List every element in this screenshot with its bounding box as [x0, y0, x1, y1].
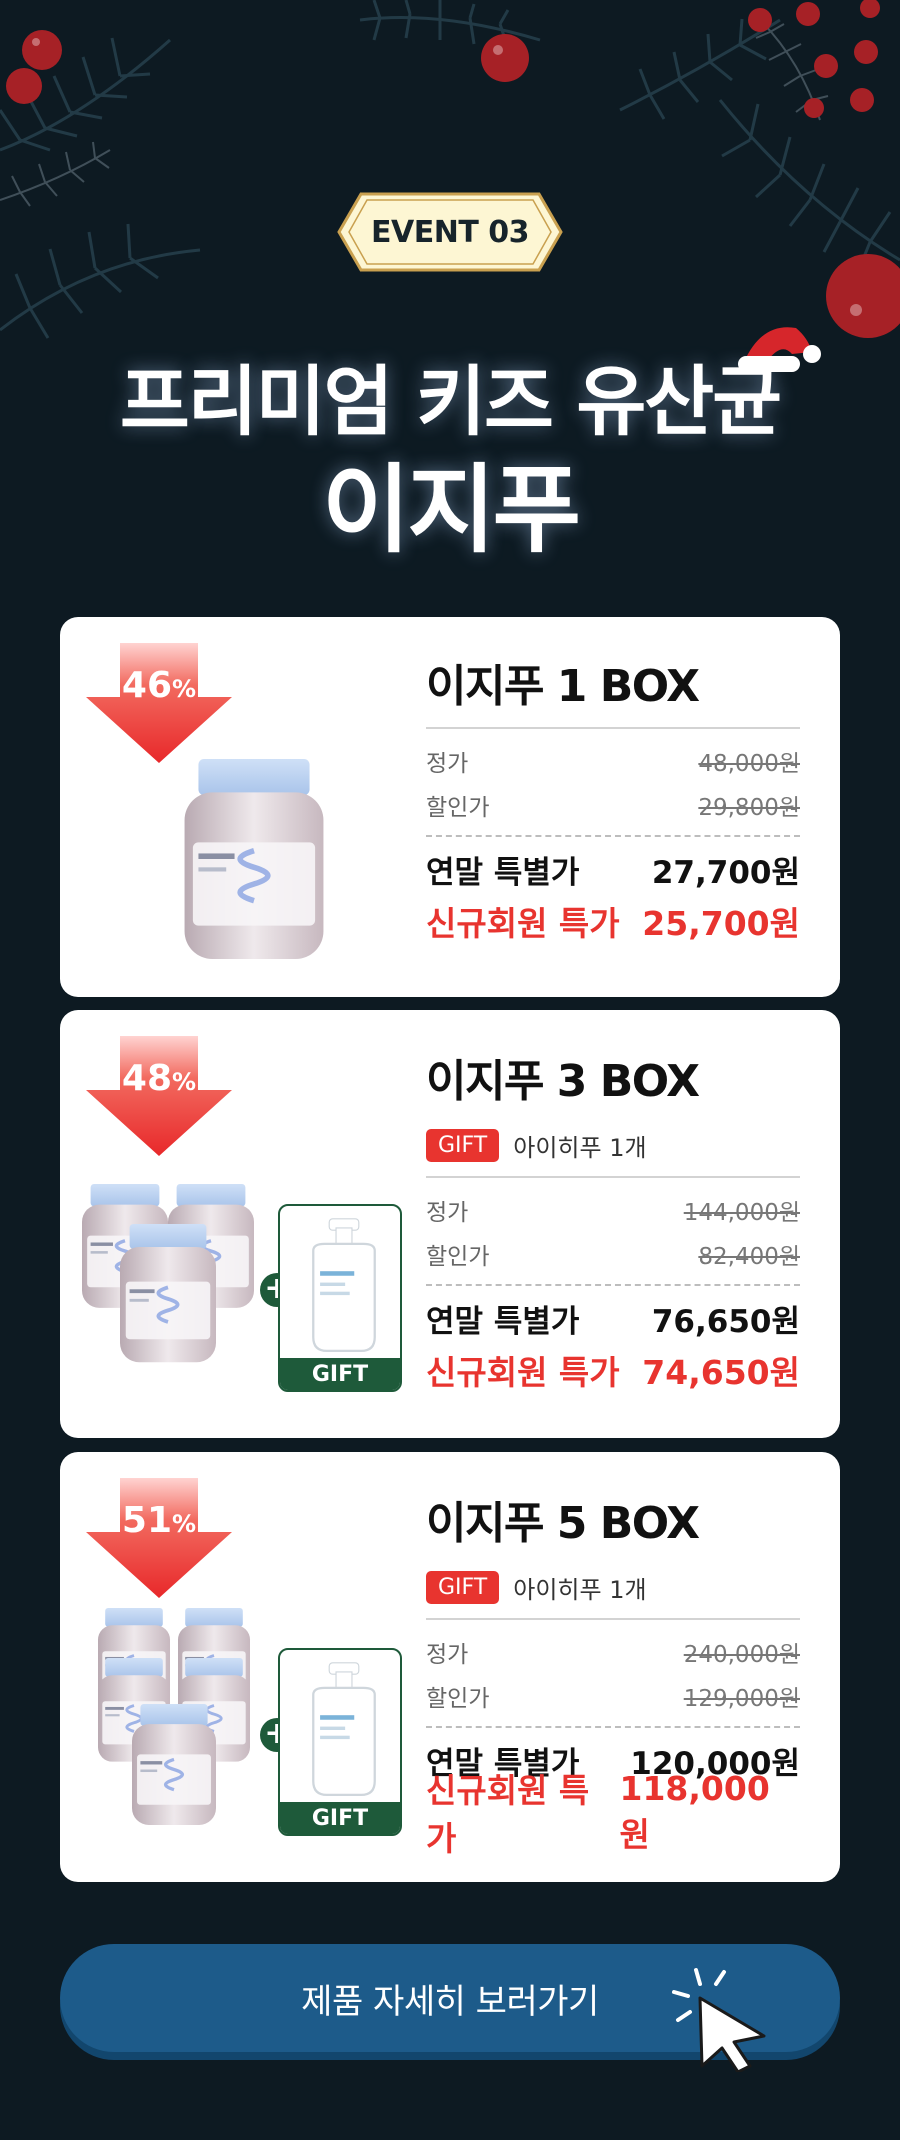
sale-price-row: 할인가 129,000원	[426, 1686, 800, 1712]
product-title: 이지푸 5 BOX	[426, 1498, 700, 1549]
member-price-row: 신규회원 특가 118,000원	[426, 1768, 770, 1859]
supplement-bottle-icon	[184, 759, 324, 959]
foam-pump-bottle-icon	[312, 1661, 376, 1797]
divider-dashed	[426, 1726, 800, 1728]
discount-percent: 46%	[121, 665, 197, 706]
headline-brand: 이지푸	[322, 454, 581, 566]
gift-box-label: GIFT	[280, 1802, 400, 1834]
sale-price-row: 할인가 82,400원	[426, 1244, 800, 1270]
foam-pump-bottle-icon	[312, 1217, 376, 1353]
divider-dashed	[426, 1284, 800, 1286]
gift-product-box: GIFT	[278, 1648, 402, 1836]
supplement-bottles-icon	[80, 1182, 256, 1365]
divider-dashed	[426, 835, 800, 837]
gift-row: GIFT 아이히푸 1개	[426, 1126, 800, 1164]
cursor-click-icon	[672, 1968, 766, 2072]
special-price-row: 연말 특별가 27,700원	[426, 854, 800, 891]
product-title: 이지푸 1 BOX	[426, 661, 700, 712]
divider	[426, 1618, 800, 1620]
discount-percent: 48%	[121, 1058, 197, 1099]
list-price-row: 정가 240,000원	[426, 1642, 800, 1668]
gift-description: 아이히푸 1개	[513, 1575, 647, 1604]
product-title: 이지푸 3 BOX	[426, 1056, 700, 1107]
gift-tag: GIFT	[426, 1128, 500, 1162]
divider	[426, 1176, 800, 1178]
list-price-row: 정가 48,000원	[426, 751, 800, 777]
product-card-1box[interactable]: 46% 이지푸 1 BOX 정가 48,000원 할인가 29,800원 연말 특별…	[60, 617, 840, 997]
sale-price-row: 할인가 29,800원	[426, 795, 800, 821]
special-price-row: 연말 특별가 76,650원	[426, 1303, 800, 1340]
product-card-3box[interactable]: 48% + GIFT 이지푸 3 BOX GIFT 아이히푸 1개 정가 144,…	[60, 1010, 840, 1438]
event-badge-label: EVENT 03	[371, 214, 529, 250]
supplement-bottles-icon	[96, 1608, 252, 1827]
member-price-row: 신규회원 특가 74,650원	[426, 1353, 800, 1392]
santa-hat-icon	[738, 327, 821, 372]
gift-product-box: GIFT	[278, 1204, 402, 1392]
list-price-row: 정가 144,000원	[426, 1200, 800, 1226]
member-price-row: 신규회원 특가 25,700원	[426, 904, 800, 943]
gift-description: 아이히푸 1개	[513, 1133, 647, 1162]
gift-tag: GIFT	[426, 1570, 500, 1604]
divider	[426, 727, 800, 729]
event-badge: EVENT 03	[335, 190, 565, 274]
gift-box-label: GIFT	[280, 1358, 400, 1390]
discount-percent: 51%	[121, 1500, 197, 1541]
product-card-5box[interactable]: 51% + GIFT 이지푸 5 BOX GIFT 아이히푸 1개 정가 240,…	[60, 1452, 840, 1882]
gift-row: GIFT 아이히푸 1개	[426, 1568, 800, 1606]
